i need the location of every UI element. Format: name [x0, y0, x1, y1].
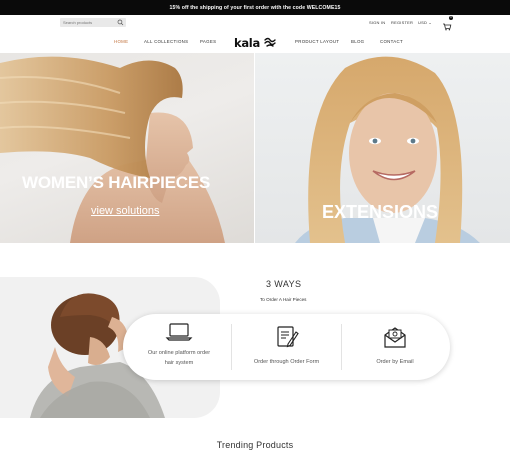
email-icon: [384, 327, 406, 348]
order-form-icon: [277, 326, 299, 348]
option-online-platform[interactable]: Our online platform order hair system: [125, 314, 233, 380]
cart-button[interactable]: 0: [442, 16, 453, 31]
laptop-icon: [165, 323, 193, 341]
hero-banner-extensions[interactable]: EXTENSIONS: [255, 53, 510, 243]
option-online-label-line2: hair system: [164, 360, 194, 366]
announcement-bar: 15% off the shipping of your first order…: [0, 0, 510, 15]
ways-title: 3 WAYS: [266, 279, 302, 289]
option-email-label: Order by Email: [376, 359, 414, 365]
hero-banner-hairpieces[interactable]: WOMEN’S HAIRPIECES view solutions: [0, 53, 254, 243]
order-options-card: Our online platform order hair system Or…: [123, 314, 450, 380]
announcement-text: 15% off the shipping of your first order…: [169, 4, 341, 11]
hero-hairpieces-title: WOMEN’S HAIRPIECES: [22, 173, 211, 192]
ways-subtitle: To Order A Hair Pieces: [260, 297, 307, 302]
nav-home[interactable]: HOME: [114, 39, 128, 44]
main-nav: HOME ALL COLLECTIONS PAGES kala PRODUCT …: [0, 31, 510, 53]
nav-product-layout[interactable]: PRODUCT LAYOUT: [295, 39, 339, 44]
search-icon[interactable]: [117, 19, 124, 26]
brand-logo[interactable]: kala: [234, 36, 276, 50]
search-input[interactable]: [62, 18, 115, 27]
option-form-label: Order through Order Form: [253, 359, 320, 365]
logo-mark-icon: [264, 37, 276, 47]
logo-text: kala: [234, 36, 260, 50]
search-box: [60, 18, 126, 27]
nav-all-collections[interactable]: ALL COLLECTIONS: [144, 39, 188, 44]
register-link[interactable]: REGISTER: [391, 20, 413, 25]
view-solutions-link[interactable]: view solutions: [91, 205, 159, 217]
option-online-label-line1: Our online platform order: [147, 350, 211, 356]
sign-in-link[interactable]: SIGN IN: [369, 20, 385, 25]
option-email[interactable]: Order by Email: [342, 314, 448, 380]
trending-products-title: Trending Products: [216, 440, 294, 450]
top-bar: SIGN IN REGISTER USD ⌄ 0: [0, 15, 510, 31]
currency-select[interactable]: USD ⌄: [418, 20, 432, 25]
hero-extensions-title: EXTENSIONS: [322, 202, 439, 222]
nav-blog[interactable]: BLOG: [351, 39, 364, 44]
cart-count-badge: 0: [449, 16, 453, 20]
option-order-form[interactable]: Order through Order Form: [232, 314, 341, 380]
nav-contact[interactable]: CONTACT: [380, 39, 403, 44]
cart-icon: [443, 23, 452, 31]
nav-pages[interactable]: PAGES: [200, 39, 216, 44]
